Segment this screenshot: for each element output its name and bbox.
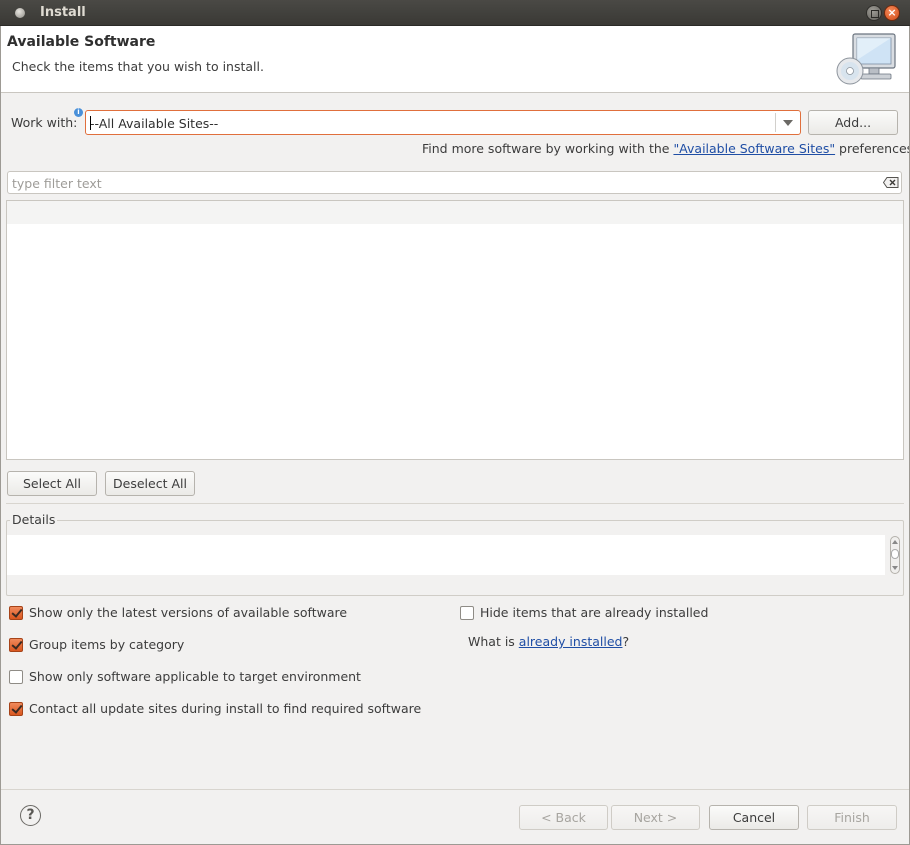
page-description: Check the items that you wish to install… <box>12 59 264 74</box>
window-title: Install <box>40 5 86 20</box>
chevron-down-icon[interactable] <box>783 120 793 126</box>
install-software-icon <box>836 33 896 85</box>
latest-versions-label: Show only the latest versions of availab… <box>29 605 348 620</box>
next-button[interactable]: Next > <box>611 805 700 830</box>
finish-button[interactable]: Finish <box>807 805 897 830</box>
group-by-category-checkbox[interactable] <box>9 638 23 652</box>
work-with-label: Work with: <box>11 115 78 130</box>
separator <box>6 503 904 504</box>
find-more-prefix: Find more software by working with the <box>422 141 674 156</box>
find-more-suffix: preferences. <box>835 141 910 156</box>
hide-installed-checkbox[interactable] <box>460 606 474 620</box>
what-is-prefix: What is <box>468 634 519 649</box>
close-button[interactable]: × <box>884 5 900 21</box>
clear-filter-icon[interactable] <box>883 177 899 188</box>
details-label: Details <box>10 512 58 527</box>
window-menu-icon[interactable] <box>15 8 25 18</box>
software-tree[interactable] <box>6 200 904 460</box>
info-icon: i <box>74 108 83 117</box>
details-text-area[interactable] <box>7 535 885 575</box>
cancel-button[interactable]: Cancel <box>709 805 799 830</box>
work-with-combo[interactable]: --All Available Sites-- <box>85 110 801 135</box>
wizard-header: Available Software Check the items that … <box>1 26 909 93</box>
page-title: Available Software <box>7 34 156 50</box>
footer-separator <box>0 789 910 790</box>
find-more-text: Find more software by working with the "… <box>422 141 910 156</box>
maximize-button[interactable] <box>866 5 882 21</box>
add-site-button[interactable]: Add... <box>808 110 898 135</box>
tree-header <box>7 201 903 224</box>
latest-versions-checkbox[interactable] <box>9 606 23 620</box>
back-button[interactable]: < Back <box>519 805 608 830</box>
work-with-value: --All Available Sites-- <box>90 116 219 131</box>
what-is-suffix: ? <box>622 634 630 649</box>
available-software-sites-link[interactable]: "Available Software Sites" <box>673 141 835 156</box>
contact-update-sites-label: Contact all update sites during install … <box>29 701 422 716</box>
filter-input[interactable]: type filter text <box>7 171 902 194</box>
contact-update-sites-checkbox[interactable] <box>9 702 23 716</box>
select-all-button[interactable]: Select All <box>7 471 97 496</box>
already-installed-link[interactable]: already installed <box>519 634 623 649</box>
text-caret <box>90 116 91 130</box>
combo-divider <box>775 113 776 132</box>
filter-placeholder: type filter text <box>12 176 102 191</box>
scroll-down-icon[interactable] <box>892 566 898 570</box>
hide-installed-label: Hide items that are already installed <box>480 605 709 620</box>
what-is-installed-text: What is already installed? <box>468 634 629 649</box>
help-icon[interactable]: ? <box>20 805 41 826</box>
group-by-category-label: Group items by category <box>29 637 185 652</box>
scroll-up-icon[interactable] <box>892 540 898 544</box>
scrollbar-thumb[interactable] <box>891 549 899 559</box>
title-bar: Install × <box>0 0 910 26</box>
deselect-all-button[interactable]: Deselect All <box>105 471 195 496</box>
target-environment-label: Show only software applicable to target … <box>29 669 361 684</box>
details-scrollbar[interactable] <box>888 535 902 575</box>
target-environment-checkbox[interactable] <box>9 670 23 684</box>
